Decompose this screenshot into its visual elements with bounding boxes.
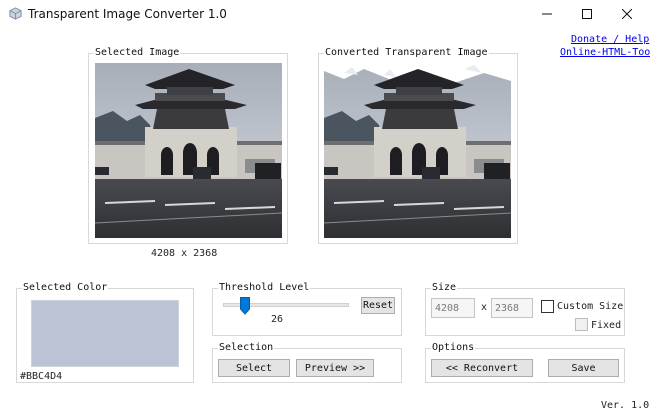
save-button[interactable]: Save [548,359,619,377]
selected-color-swatch[interactable] [31,300,179,367]
custom-size-label: Custom Size [557,301,624,312]
selected-image-group: Selected Image [88,47,288,244]
custom-size-checkbox[interactable] [541,300,554,313]
threshold-group: Threshold Level 26 Reset [212,282,402,336]
height-input[interactable]: 2368 [491,298,533,318]
converted-image-group: Converted Transparent Image [318,47,518,244]
reset-button[interactable]: Reset [361,297,395,314]
minimize-icon [542,13,552,15]
selection-title: Selection [218,342,275,354]
selected-color-group: Selected Color #BBC4D4 [16,282,194,383]
version-label: Ver. 1.0 [601,400,650,411]
converted-image-preview [324,63,511,238]
selected-image-title: Selected Image [94,47,181,59]
preview-button[interactable]: Preview >> [296,359,374,377]
palace-photo [95,63,282,238]
selected-image-preview[interactable] [95,63,282,238]
size-title: Size [431,282,458,294]
fixed-label: Fixed [591,320,622,331]
width-input[interactable]: 4208 [431,298,475,318]
size-separator: x [481,302,488,313]
threshold-title: Threshold Level [218,282,311,294]
app-icon [9,7,22,20]
title-bar: Transparent Image Converter 1.0 [0,0,650,28]
window-title: Transparent Image Converter 1.0 [28,7,227,21]
converted-palace-photo [324,63,511,238]
options-title: Options [431,342,476,354]
close-button[interactable] [604,0,650,28]
selected-color-title: Selected Color [22,282,109,294]
reconvert-button[interactable]: << Reconvert [431,359,533,377]
threshold-slider-thumb[interactable] [240,297,251,315]
maximize-icon [582,9,592,19]
online-html-tools-link[interactable]: Online-HTML-Tools [560,47,650,58]
image-dimensions-label: 4208 x 2368 [151,248,218,259]
size-group: Size 4208 x 2368 Custom Size Fixed [425,282,625,336]
threshold-value: 26 [271,314,284,325]
converted-image-title: Converted Transparent Image [324,47,489,59]
donate-help-link[interactable]: Donate / Help [571,34,649,45]
selected-color-hex: #BBC4D4 [20,371,63,382]
select-button[interactable]: Select [218,359,290,377]
options-group: Options << Reconvert Save [425,342,625,383]
close-icon [622,9,632,19]
fixed-checkbox[interactable] [575,318,588,331]
selection-group: Selection Select Preview >> [212,342,402,383]
